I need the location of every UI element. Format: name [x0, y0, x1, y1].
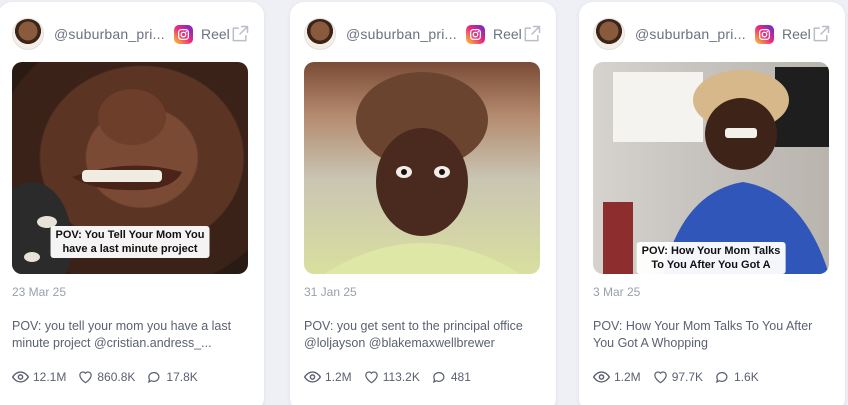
comments-count: 17.8K — [166, 370, 198, 384]
avatar[interactable] — [593, 18, 625, 50]
eye-icon — [593, 371, 610, 383]
video-thumbnail[interactable] — [304, 62, 540, 274]
post-card[interactable]: @suburban_pri... Reel POV: How Your Mom … — [579, 2, 845, 405]
post-stats: 12.1M 860.8K 17.8K — [12, 370, 210, 384]
post-card[interactable]: @suburban_pri... Reel 31 Jan 25 POV: you… — [290, 2, 556, 405]
comments-count: 481 — [450, 370, 471, 384]
overlay-line: To You After You Got A — [651, 259, 771, 271]
comment-icon — [715, 372, 728, 384]
comments-stat: 17.8K — [147, 370, 198, 384]
comments-stat: 481 — [432, 370, 471, 384]
account-handle[interactable]: @suburban_pri... — [635, 26, 749, 42]
likes-count: 860.8K — [97, 370, 136, 384]
card-header: @suburban_pri... Reel — [593, 16, 831, 52]
face-illustration — [324, 72, 520, 274]
external-link-icon[interactable] — [522, 24, 542, 44]
card-header: @suburban_pri... Reel — [12, 16, 250, 52]
video-thumbnail[interactable]: POV: You Tell Your Mom You have a last m… — [12, 62, 248, 274]
heart-icon — [364, 371, 378, 384]
heart-icon — [79, 371, 93, 384]
overlay-line: have a last minute project — [62, 243, 198, 255]
post-description: POV: you tell your mom you have a last m… — [12, 319, 232, 350]
eye-icon — [12, 371, 29, 383]
video-caption-overlay: POV: You Tell Your Mom You have a last m… — [50, 226, 210, 258]
comments-count: 1.6K — [734, 370, 759, 384]
comment-icon — [148, 372, 160, 384]
instagram-icon — [174, 24, 193, 44]
post-stats: 1.2M 97.7K 1.6K — [593, 370, 771, 384]
video-thumbnail[interactable]: POV: How Your Mom Talks To You After You… — [593, 62, 829, 274]
views-stat: 1.2M — [304, 370, 352, 384]
eye-icon — [304, 371, 321, 383]
account-handle[interactable]: @suburban_pri... — [346, 26, 460, 42]
likes-stat: 113.2K — [364, 370, 420, 384]
views-stat: 12.1M — [12, 370, 66, 384]
views-stat: 1.2M — [593, 370, 641, 384]
overlay-line: POV: You Tell Your Mom You — [55, 229, 205, 241]
post-stats: 1.2M 113.2K 481 — [304, 370, 483, 384]
post-card[interactable]: @suburban_pri... Reel POV: You Tell Your… — [0, 2, 264, 405]
instagram-icon — [755, 24, 774, 44]
content-type-label: Reel — [201, 26, 230, 42]
views-count: 12.1M — [33, 370, 67, 384]
likes-count: 97.7K — [671, 370, 704, 384]
avatar[interactable] — [304, 18, 336, 50]
avatar[interactable] — [12, 18, 44, 50]
account-handle[interactable]: @suburban_pri... — [54, 26, 168, 42]
video-caption-overlay: POV: How Your Mom Talks To You After You… — [636, 242, 786, 274]
heart-icon — [653, 371, 667, 384]
post-description: POV: you get sent to the principal offic… — [304, 319, 523, 350]
external-link-icon[interactable] — [811, 24, 831, 44]
post-date: 23 Mar 25 — [12, 285, 67, 299]
card-header: @suburban_pri... Reel — [304, 16, 542, 52]
likes-stat: 97.7K — [653, 370, 703, 384]
comment-icon — [432, 372, 445, 384]
comments-stat: 1.6K — [715, 370, 759, 384]
content-type-label: Reel — [493, 26, 522, 42]
likes-stat: 860.8K — [78, 370, 135, 384]
post-date: 3 Mar 25 — [593, 285, 641, 299]
overlay-line: POV: How Your Mom Talks — [641, 245, 781, 257]
views-count: 1.2M — [614, 370, 641, 384]
external-link-icon[interactable] — [230, 24, 250, 44]
post-description: POV: How Your Mom Talks To You After You… — [593, 319, 813, 350]
content-type-label: Reel — [782, 26, 811, 42]
views-count: 1.2M — [325, 370, 352, 384]
instagram-icon — [466, 24, 485, 44]
post-date: 31 Jan 25 — [304, 285, 357, 299]
likes-count: 113.2K — [382, 370, 420, 384]
